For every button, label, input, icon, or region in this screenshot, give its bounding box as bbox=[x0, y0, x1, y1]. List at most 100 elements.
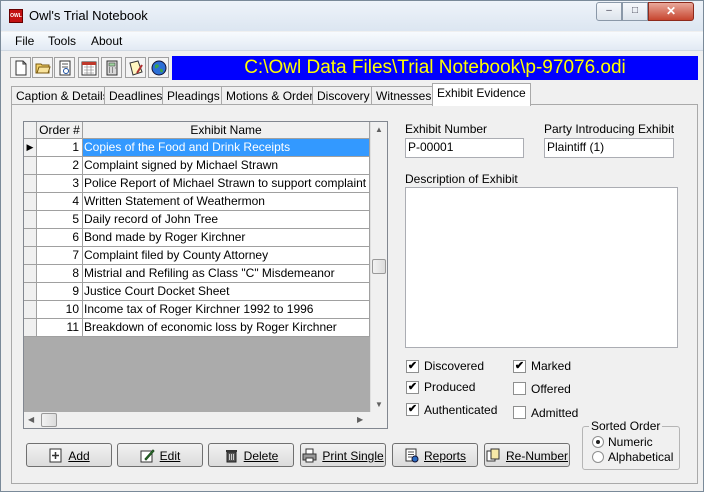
exhibit-number-field[interactable]: P-00001 bbox=[405, 138, 524, 158]
marked-checkbox[interactable]: ✔ bbox=[513, 360, 526, 373]
print-single-button[interactable]: Print Single bbox=[300, 443, 386, 467]
order-cell[interactable]: 7 bbox=[37, 247, 83, 265]
add-button[interactable]: Add bbox=[26, 443, 112, 467]
scroll-up-icon[interactable]: ▲ bbox=[375, 125, 383, 134]
exhibit-name-cell[interactable]: Income tax of Roger Kirchner 1992 to 199… bbox=[83, 301, 370, 319]
sort-alphabetical-radio[interactable] bbox=[592, 451, 604, 463]
close-button[interactable]: ✕ bbox=[648, 2, 694, 21]
table-row[interactable]: 3 Police Report of Michael Strawn to supp… bbox=[24, 175, 370, 193]
exhibit-name-cell[interactable]: Written Statement of Weathermon bbox=[83, 193, 370, 211]
row-indicator[interactable] bbox=[24, 247, 37, 265]
authenticated-checkbox[interactable]: ✔ bbox=[406, 403, 419, 416]
table-row[interactable]: 6 Bond made by Roger Kirchner bbox=[24, 229, 370, 247]
table-row[interactable]: 9 Justice Court Docket Sheet bbox=[24, 283, 370, 301]
order-cell[interactable]: 10 bbox=[37, 301, 83, 319]
exhibit-grid[interactable]: Order # Exhibit Name ▶ 1 Copies of the Foo… bbox=[23, 121, 388, 429]
file-path-display: C:\Owl Data Files\Trial Notebook\p-97076… bbox=[172, 56, 698, 80]
row-indicator[interactable] bbox=[24, 319, 37, 337]
table-row[interactable]: 2 Complaint signed by Michael Strawn bbox=[24, 157, 370, 175]
sort-numeric-label: Numeric bbox=[608, 435, 653, 449]
exhibit-name-cell[interactable]: Complaint filed by County Attorney bbox=[83, 247, 370, 265]
row-indicator[interactable] bbox=[24, 193, 37, 211]
table-row[interactable]: ▶ 1 Copies of the Food and Drink Receipts bbox=[24, 139, 370, 157]
tab-witnesses[interactable]: Witnesses bbox=[371, 86, 437, 106]
tab-discovery[interactable]: Discovery bbox=[312, 86, 375, 106]
description-field[interactable] bbox=[405, 187, 678, 348]
exhibit-name-cell[interactable]: Daily record of John Tree bbox=[83, 211, 370, 229]
party-introducing-field[interactable]: Plaintiff (1) bbox=[544, 138, 674, 158]
row-indicator[interactable]: ▶ bbox=[24, 139, 37, 157]
order-cell[interactable]: 9 bbox=[37, 283, 83, 301]
exhibit-name-cell[interactable]: Copies of the Food and Drink Receipts bbox=[83, 139, 370, 157]
row-indicator[interactable] bbox=[24, 283, 37, 301]
offered-checkbox[interactable] bbox=[513, 382, 526, 395]
tab-pleadings[interactable]: Pleadings bbox=[162, 86, 225, 106]
tab-motions-orders[interactable]: Motions & Orders bbox=[221, 86, 325, 106]
order-cell[interactable]: 2 bbox=[37, 157, 83, 175]
reports-button[interactable]: Reports bbox=[392, 443, 478, 467]
row-indicator[interactable] bbox=[24, 265, 37, 283]
exhibit-name-cell[interactable]: Police Report of Michael Strawn to suppo… bbox=[83, 175, 370, 193]
vertical-scrollbar[interactable]: ▲ ▼ bbox=[370, 122, 387, 412]
notes-button[interactable] bbox=[125, 57, 146, 78]
table-row[interactable]: 7 Complaint filed by County Attorney bbox=[24, 247, 370, 265]
order-cell[interactable]: 4 bbox=[37, 193, 83, 211]
admitted-checkbox[interactable] bbox=[513, 406, 526, 419]
row-indicator[interactable] bbox=[24, 229, 37, 247]
menu-file[interactable]: File bbox=[15, 34, 34, 48]
order-cell[interactable]: 6 bbox=[37, 229, 83, 247]
discovered-checkbox[interactable]: ✔ bbox=[406, 360, 419, 373]
table-row[interactable]: 10 Income tax of Roger Kirchner 1992 to 1… bbox=[24, 301, 370, 319]
calendar-button[interactable] bbox=[78, 57, 99, 78]
exhibit-name-cell[interactable]: Complaint signed by Michael Strawn bbox=[83, 157, 370, 175]
row-indicator[interactable] bbox=[24, 211, 37, 229]
globe-button[interactable] bbox=[148, 57, 169, 78]
tab-deadlines[interactable]: Deadlines bbox=[104, 86, 168, 106]
scroll-left-icon[interactable]: ◀ bbox=[28, 415, 34, 424]
delete-button[interactable]: Delete bbox=[208, 443, 294, 467]
horizontal-scroll-thumb[interactable] bbox=[41, 413, 57, 427]
sort-numeric-radio[interactable] bbox=[592, 436, 604, 448]
order-cell[interactable]: 3 bbox=[37, 175, 83, 193]
order-cell[interactable]: 8 bbox=[37, 265, 83, 283]
edit-button[interactable]: Edit bbox=[117, 443, 203, 467]
calculator-button[interactable] bbox=[101, 57, 122, 78]
minimize-button[interactable]: – bbox=[596, 2, 622, 21]
marked-label: Marked bbox=[531, 359, 572, 373]
row-indicator[interactable] bbox=[24, 301, 37, 319]
print-preview-button[interactable] bbox=[54, 57, 75, 78]
order-cell[interactable]: 1 bbox=[37, 139, 83, 157]
renumber-button[interactable]: Re-Number bbox=[484, 443, 570, 467]
scroll-down-icon[interactable]: ▼ bbox=[375, 400, 383, 409]
produced-checkbox[interactable]: ✔ bbox=[406, 381, 419, 394]
row-indicator[interactable] bbox=[24, 175, 37, 193]
title-bar[interactable]: OWL Owl's Trial Notebook – □ ✕ bbox=[1, 1, 703, 31]
open-folder-button[interactable] bbox=[32, 57, 53, 78]
exhibit-name-cell[interactable]: Bond made by Roger Kirchner bbox=[83, 229, 370, 247]
exhibit-name-cell[interactable]: Justice Court Docket Sheet bbox=[83, 283, 370, 301]
horizontal-scrollbar[interactable]: ◀ ▶ bbox=[24, 412, 370, 428]
column-header-order[interactable]: Order # bbox=[37, 122, 83, 139]
table-row[interactable]: 4 Written Statement of Weathermon bbox=[24, 193, 370, 211]
calendar-icon bbox=[81, 61, 97, 76]
exhibit-name-cell[interactable]: Breakdown of economic loss by Roger Kirc… bbox=[83, 319, 370, 337]
app-icon[interactable]: OWL bbox=[9, 9, 23, 23]
maximize-button[interactable]: □ bbox=[622, 2, 648, 21]
exhibit-name-cell[interactable]: Mistrial and Refiling as Class "C" Misde… bbox=[83, 265, 370, 283]
table-row[interactable]: 11 Breakdown of economic loss by Roger Ki… bbox=[24, 319, 370, 337]
table-row[interactable]: 5 Daily record of John Tree bbox=[24, 211, 370, 229]
order-cell[interactable]: 11 bbox=[37, 319, 83, 337]
vertical-scroll-thumb[interactable] bbox=[372, 259, 386, 274]
order-cell[interactable]: 5 bbox=[37, 211, 83, 229]
produced-label: Produced bbox=[424, 380, 476, 394]
tab-exhibit-evidence[interactable]: Exhibit Evidence bbox=[432, 83, 531, 106]
tab-caption-details[interactable]: Caption & Details bbox=[11, 86, 114, 106]
edit-icon bbox=[140, 449, 155, 463]
row-indicator[interactable] bbox=[24, 157, 37, 175]
new-file-button[interactable] bbox=[10, 57, 31, 78]
scroll-right-icon[interactable]: ▶ bbox=[357, 415, 363, 424]
menu-about[interactable]: About bbox=[91, 34, 122, 48]
column-header-exhibit-name[interactable]: Exhibit Name bbox=[83, 122, 370, 139]
menu-tools[interactable]: Tools bbox=[48, 34, 76, 48]
table-row[interactable]: 8 Mistrial and Refiling as Class "C" Misd… bbox=[24, 265, 370, 283]
